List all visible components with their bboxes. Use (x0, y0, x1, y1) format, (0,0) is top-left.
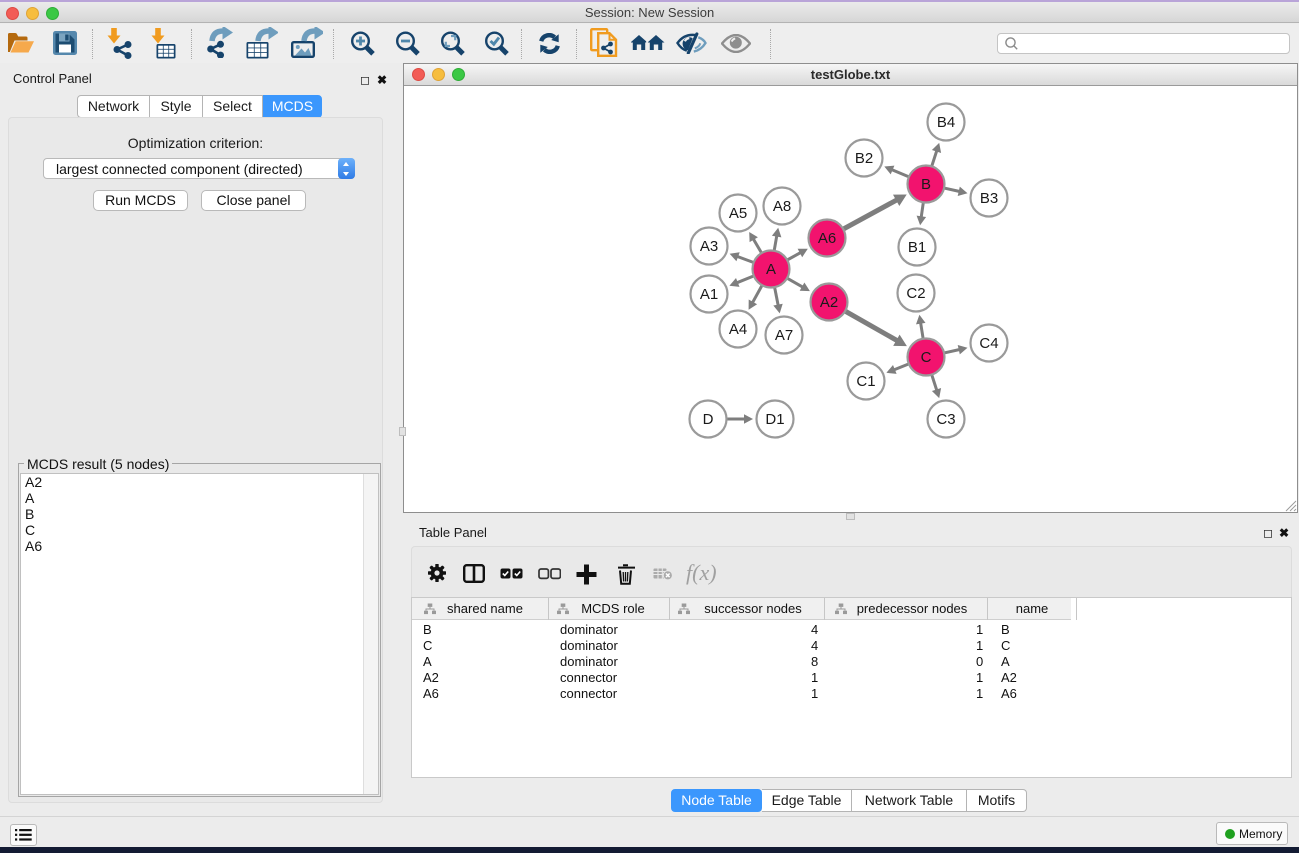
svg-text:A8: A8 (773, 198, 791, 215)
svg-text:C1: C1 (856, 373, 875, 390)
svg-text:C3: C3 (936, 411, 955, 428)
svg-text:B3: B3 (980, 190, 998, 207)
svg-text:C4: C4 (979, 335, 998, 352)
svg-text:A7: A7 (775, 327, 793, 344)
svg-text:D: D (703, 411, 714, 428)
svg-text:A3: A3 (700, 238, 718, 255)
svg-text:C: C (921, 349, 932, 366)
svg-text:B2: B2 (855, 150, 873, 167)
svg-text:A: A (766, 261, 776, 278)
svg-text:B4: B4 (937, 114, 955, 131)
svg-text:A2: A2 (820, 294, 838, 311)
svg-text:A1: A1 (700, 286, 718, 303)
svg-text:C2: C2 (906, 285, 925, 302)
svg-text:A5: A5 (729, 205, 747, 222)
svg-text:A6: A6 (818, 230, 836, 247)
svg-text:B: B (921, 176, 931, 193)
svg-text:B1: B1 (908, 239, 926, 256)
svg-text:D1: D1 (765, 411, 784, 428)
svg-text:A4: A4 (729, 321, 747, 338)
